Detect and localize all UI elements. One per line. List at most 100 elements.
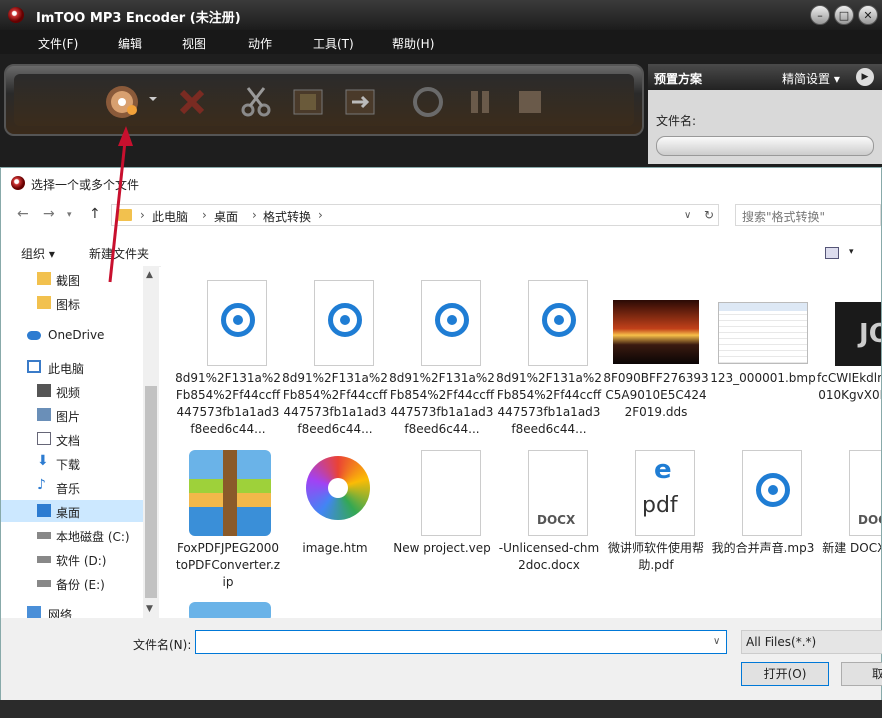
media-file-icon <box>421 280 481 366</box>
side-filename-field[interactable] <box>656 136 874 156</box>
address-chevron-icon[interactable]: ∨ <box>684 210 691 221</box>
stop-icon[interactable] <box>514 86 546 118</box>
view-chevron-icon[interactable]: ▾ <box>849 247 854 257</box>
menu-help[interactable]: 帮助(H) <box>392 35 434 52</box>
add-file-icon[interactable] <box>104 82 144 122</box>
folder-icon <box>37 296 51 309</box>
folder-icon <box>118 209 132 221</box>
menu-tools[interactable]: 工具(T) <box>313 35 354 52</box>
file-item[interactable]: 123_000001.bmp <box>710 266 816 426</box>
pause-icon[interactable] <box>464 86 496 118</box>
breadcrumb-desktop[interactable]: 桌面 <box>214 208 238 225</box>
film-effect-icon[interactable] <box>292 86 324 118</box>
menu-bar: 文件(F) 编辑 视图 动作 工具(T) 帮助(H) <box>0 30 882 54</box>
minimize-button[interactable]: – <box>810 5 830 25</box>
file-item[interactable]: DOCX 新建 DOCX docx <box>817 436 881 596</box>
music-icon: ♪ <box>37 477 51 490</box>
chevron-down-icon[interactable] <box>148 94 158 104</box>
document-icon <box>37 432 51 445</box>
nav-item-icons[interactable]: 图标 <box>1 292 143 314</box>
title-bar: ImTOO MP3 Encoder (未注册) – □ ✕ <box>0 0 882 30</box>
organize-button[interactable]: 组织 ▾ <box>21 245 55 262</box>
menu-file[interactable]: 文件(F) <box>38 35 78 52</box>
address-bar[interactable]: › 此电脑 › 桌面 › 格式转换 › ∨ ↻ <box>111 204 719 226</box>
view-mode-icon[interactable] <box>825 247 839 259</box>
file-item[interactable]: 8d91%2F131a%2Fb854%2Ff44ccff447573fb1a1a… <box>175 266 281 426</box>
delete-icon[interactable] <box>176 86 208 118</box>
media-file-icon <box>207 280 267 366</box>
scroll-down-icon[interactable]: ▼ <box>146 604 153 614</box>
cancel-button[interactable]: 取消 <box>841 662 882 686</box>
close-button[interactable]: ✕ <box>858 5 878 25</box>
app-logo-icon <box>8 7 24 23</box>
maximize-button[interactable]: □ <box>834 5 854 25</box>
drive-icon <box>37 556 51 563</box>
play-arrow-icon[interactable]: ▶ <box>856 68 874 86</box>
screenshot-thumbnail <box>718 302 808 364</box>
zip-archive-icon[interactable] <box>189 602 271 618</box>
filename-label: 文件名(N): <box>133 636 191 653</box>
file-item[interactable]: 8d91%2F131a%2Fb854%2Ff44ccff447573fb1a1a… <box>282 266 388 426</box>
breadcrumb-folder[interactable]: 格式转换 <box>263 208 311 225</box>
file-item[interactable]: New project.vep <box>389 436 495 596</box>
media-file-icon <box>742 450 802 536</box>
nav-item-downloads[interactable]: ⬇ 下载 <box>1 452 143 474</box>
nav-item-pictures[interactable]: 图片 <box>1 404 143 426</box>
file-item[interactable]: 8F090BFF276393C5A9010E5C4242F019.dds <box>603 266 709 426</box>
nav-item-drive-d[interactable]: 软件 (D:) <box>1 548 143 570</box>
download-icon: ⬇ <box>37 453 51 466</box>
app-window: ImTOO MP3 Encoder (未注册) – □ ✕ 文件(F) 编辑 视… <box>0 0 882 718</box>
filename-chevron-icon[interactable]: ∨ <box>713 636 720 647</box>
app-title: ImTOO MP3 Encoder (未注册) <box>36 7 241 26</box>
scissors-icon[interactable] <box>240 86 272 118</box>
file-item[interactable]: epdf 微讲师软件使用帮助.pdf <box>603 436 709 596</box>
nav-item-drive-e[interactable]: 备份 (E:) <box>1 572 143 594</box>
menu-edit[interactable]: 编辑 <box>118 35 142 52</box>
file-item[interactable]: image.htm <box>282 436 388 596</box>
nav-item-desktop[interactable]: 桌面 <box>1 500 143 522</box>
file-item[interactable]: JOK fcCWIEkdlrP1wGk010KgvX0E0mp4 <box>817 266 881 426</box>
refresh-icon[interactable]: ↻ <box>704 208 714 222</box>
menu-action[interactable]: 动作 <box>248 35 272 52</box>
nav-item-this-pc[interactable]: 此电脑 <box>1 356 143 378</box>
film-merge-icon[interactable] <box>344 86 376 118</box>
file-grid: 8d91%2F131a%2Fb854%2Ff44ccff447573fb1a1a… <box>161 266 881 618</box>
sunset-thumbnail <box>613 300 699 364</box>
forward-icon[interactable]: → <box>43 206 55 222</box>
nav-item-onedrive[interactable]: OneDrive <box>1 324 143 346</box>
preset-label: 预置方案 <box>654 70 702 87</box>
file-item[interactable]: FoxPDFJPEG2000toPDFConverter.zip <box>175 436 281 596</box>
navigation-pane: ▲ ▼ 截图 图标 OneDrive 此电脑 视频 <box>1 266 159 618</box>
filename-input[interactable] <box>195 630 727 654</box>
menu-view[interactable]: 视图 <box>182 35 206 52</box>
nav-item-screenshots[interactable]: 截图 <box>1 268 143 290</box>
nav-scroll-thumb[interactable] <box>145 386 157 598</box>
nav-item-videos[interactable]: 视频 <box>1 380 143 402</box>
breadcrumb-pc[interactable]: 此电脑 <box>152 208 188 225</box>
filetype-select[interactable]: All Files(*.*) <box>741 630 882 654</box>
up-icon[interactable]: ↑ <box>89 206 101 222</box>
blank-file-icon <box>421 450 481 536</box>
scroll-up-icon[interactable]: ▲ <box>146 270 153 280</box>
search-box[interactable]: 搜索"格式转换" <box>735 204 881 226</box>
convert-icon[interactable] <box>412 86 444 118</box>
media-file-icon <box>528 280 588 366</box>
nav-item-music[interactable]: ♪ 音乐 <box>1 476 143 498</box>
dialog-title: 选择一个或多个文件 <box>31 176 139 193</box>
file-item[interactable]: 8d91%2F131a%2Fb854%2Ff44ccff447573fb1a1a… <box>389 266 495 426</box>
nav-item-documents[interactable]: 文档 <box>1 428 143 450</box>
video-thumbnail: JOK <box>835 302 881 366</box>
file-item[interactable]: DOCX -Unlicensed-chm2doc.docx <box>496 436 602 596</box>
back-icon[interactable]: ← <box>17 206 29 222</box>
cloud-icon <box>27 331 41 340</box>
nav-item-drive-c[interactable]: 本地磁盘 (C:) <box>1 524 143 546</box>
docx-file-icon: DOCX <box>528 450 588 536</box>
docx-file-icon: DOCX <box>849 450 881 536</box>
mode-dropdown[interactable]: 精简设置 ▾ <box>782 70 840 87</box>
new-folder-button[interactable]: 新建文件夹 <box>89 245 149 262</box>
open-button[interactable]: 打开(O) <box>741 662 829 686</box>
recent-chevron-icon[interactable]: ▾ <box>67 210 72 220</box>
media-file-icon <box>314 280 374 366</box>
file-item[interactable]: 我的合并声音.mp3 <box>710 436 816 596</box>
file-item[interactable]: 8d91%2F131a%2Fb854%2Ff44ccff447573fb1a1a… <box>496 266 602 426</box>
